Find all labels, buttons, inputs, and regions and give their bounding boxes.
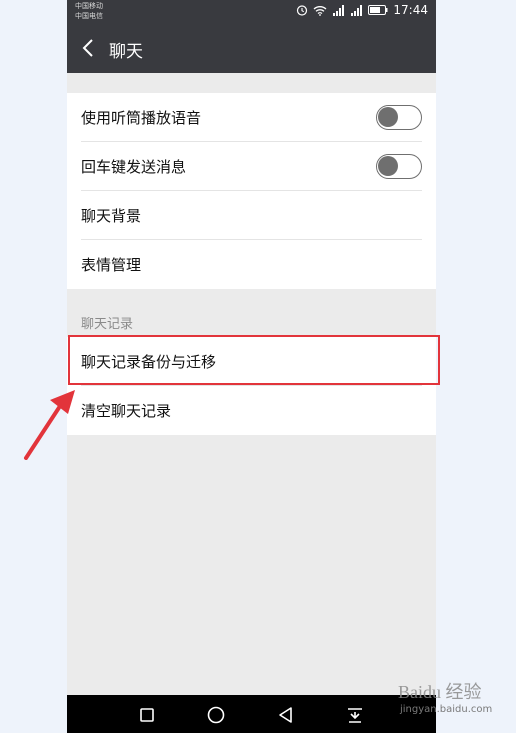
setting-row-sticker-management[interactable]: 表情管理 xyxy=(81,240,422,289)
toggle-knob xyxy=(378,156,398,176)
notification-pull-button[interactable] xyxy=(344,704,366,726)
toggle-knob xyxy=(378,107,398,127)
watermark-logo: Baidu 经验 xyxy=(398,682,482,702)
setting-row-earpiece-playback[interactable]: 使用听筒播放语音 xyxy=(81,93,422,142)
setting-row-clear-history[interactable]: 清空聊天记录 xyxy=(81,386,422,435)
section-header-chat-history: 聊天记录 xyxy=(81,317,134,332)
page-title: 聊天 xyxy=(109,42,143,62)
back-button[interactable] xyxy=(77,36,101,60)
clock-time: 17:44 xyxy=(393,3,428,17)
square-icon xyxy=(140,708,154,722)
earpiece-toggle[interactable] xyxy=(376,105,422,130)
setting-label: 回车键发送消息 xyxy=(81,158,187,176)
setting-label: 聊天记录备份与迁移 xyxy=(81,353,217,371)
title-bar: 聊天 xyxy=(67,24,436,73)
recent-apps-button[interactable] xyxy=(136,704,158,726)
setting-row-backup-migrate[interactable]: 聊天记录备份与迁移 xyxy=(81,337,422,386)
signal-icon-2 xyxy=(351,4,363,16)
status-bar: 中国移动 中国电信 17:44 xyxy=(67,0,436,24)
carrier-2: 中国电信 xyxy=(75,12,103,20)
chevron-left-icon xyxy=(82,39,93,57)
setting-row-enter-to-send[interactable]: 回车键发送消息 xyxy=(81,142,422,191)
home-button[interactable] xyxy=(205,704,227,726)
carrier-1: 中国移动 xyxy=(75,2,103,10)
setting-label: 表情管理 xyxy=(81,256,142,274)
circle-icon xyxy=(207,706,225,724)
enter-send-toggle[interactable] xyxy=(376,154,422,179)
pull-down-icon xyxy=(348,708,362,723)
carrier-info: 中国移动 中国电信 xyxy=(75,1,103,21)
alarm-icon xyxy=(297,5,308,16)
signal-icon-1 xyxy=(333,4,345,16)
pointer-arrow-icon xyxy=(24,390,75,460)
back-nav-button[interactable] xyxy=(275,704,297,726)
watermark: Baidu 经验 jingyan.baidu.com xyxy=(398,678,510,722)
settings-group-general: 使用听筒播放语音 回车键发送消息 聊天背景 表情管理 xyxy=(67,93,436,289)
phone-screen: 中国移动 中国电信 17:44 聊天 使用听筒播放语音 回车键发送消息 聊天背景 xyxy=(67,0,436,733)
setting-label: 使用听筒播放语音 xyxy=(81,109,202,127)
setting-label: 清空聊天记录 xyxy=(81,402,172,420)
setting-label: 聊天背景 xyxy=(81,207,142,225)
status-icons: 17:44 xyxy=(296,3,428,17)
wifi-icon xyxy=(313,5,327,16)
navigation-bar xyxy=(67,695,436,733)
triangle-back-icon xyxy=(279,707,292,723)
setting-row-chat-background[interactable]: 聊天背景 xyxy=(81,191,422,240)
battery-icon xyxy=(368,5,388,15)
watermark-url: jingyan.baidu.com xyxy=(400,704,493,715)
settings-group-chat-history: 聊天记录备份与迁移 清空聊天记录 xyxy=(67,337,436,435)
